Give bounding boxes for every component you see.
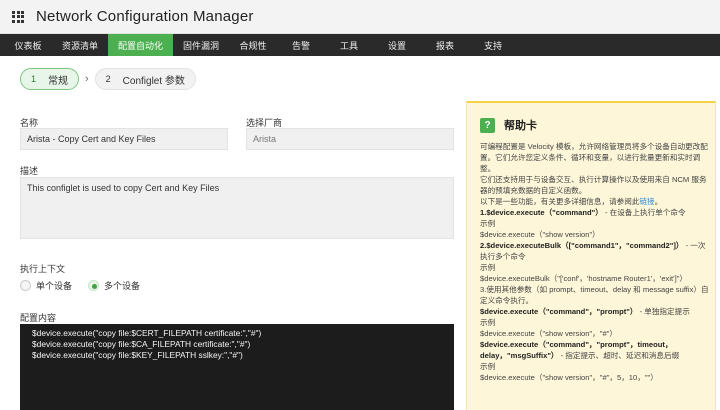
help-text: 以下是一些功能，有关更多详细信息，请参阅此	[480, 197, 640, 206]
function-example: $device.executeBulk（"['conf'，'hostname R…	[480, 274, 687, 283]
function-signature: 1.$device.execute（"command"）	[480, 208, 603, 217]
help-card-title: 帮助卡	[504, 120, 537, 132]
description-textarea[interactable]: This configlet is used to copy Cert and …	[20, 177, 454, 239]
help-function-3a: $device.execute（"command"，"prompt"） - 单独…	[480, 306, 712, 317]
step-label: Configlet 参数	[122, 75, 185, 87]
function-example: $device.execute（"show version"，"#"，5，10，…	[480, 373, 658, 382]
config-content-label: 配置内容	[20, 313, 57, 323]
example-label: 示例	[480, 318, 496, 327]
vendor-select[interactable]: Arista	[246, 128, 454, 150]
code-line: $device.execute("copy file:$CERT_FILEPAT…	[32, 328, 262, 338]
code-line: $device.execute("copy file:$KEY_FILEPATH…	[32, 350, 243, 360]
nav-settings[interactable]: 设置	[373, 34, 421, 56]
nav-inventory[interactable]: 资源清单	[52, 34, 108, 56]
name-input[interactable]: Arista - Copy Cert and Key Files	[20, 128, 228, 150]
wizard-step-general[interactable]: 1 常规	[20, 68, 79, 90]
help-function-3: 3.使用其他参数（如 prompt、timeout、delay 和 messag…	[480, 285, 709, 305]
nav-compliance[interactable]: 合规性	[229, 34, 277, 56]
function-description: - 单独指定提示	[639, 307, 690, 316]
code-line: $device.execute("copy file:$CA_FILEPATH …	[32, 339, 251, 349]
help-card-body: 可编程配置是 Velocity 模板，允许网络管理员将多个设备自动更改配置。它们…	[480, 141, 712, 383]
step-label: 常规	[48, 75, 68, 87]
app-grid-icon[interactable]	[12, 10, 24, 23]
main-nav: 仪表板 资源清单 配置自动化 固件漏洞 合规性 告警 工具 设置 报表 支持	[0, 34, 720, 56]
step-number: 2	[105, 74, 111, 84]
nav-config-automation[interactable]: 配置自动化	[108, 34, 174, 56]
example-label: 示例	[480, 362, 496, 371]
description-label: 描述	[20, 166, 39, 176]
nav-reports[interactable]: 报表	[421, 34, 469, 56]
help-function-1: 1.$device.execute（"command"） - 在设备上执行单个命…	[480, 207, 712, 218]
help-paragraph: 它们还支持用于与设备交互、执行计算操作以及使用来自 NCM 服务器的预填充数据的…	[480, 175, 707, 195]
config-content-editor[interactable]: $device.execute("copy file:$CERT_FILEPAT…	[20, 324, 454, 410]
help-function-3b: $device.execute（"command"，"prompt"，timeo…	[480, 339, 712, 361]
function-signature: $device.execute（"command"，"prompt"）	[480, 307, 638, 316]
function-description: - 指定提示、超时、延迟和消息后缀	[560, 351, 680, 360]
radio-single-device-label: 单个设备	[36, 281, 73, 291]
function-example: $device.execute（"show version"）	[480, 230, 600, 239]
help-paragraph: 可编程配置是 Velocity 模板，允许网络管理员将多个设备自动更改配置。它们…	[480, 142, 708, 173]
help-card: ? 帮助卡 可编程配置是 Velocity 模板，允许网络管理员将多个设备自动更…	[466, 101, 716, 410]
execution-context-radio-group: 单个设备 多个设备	[20, 279, 156, 292]
radio-multiple-devices-label: 多个设备	[104, 281, 141, 291]
help-paragraph: 以下是一些功能，有关更多详细信息，请参阅此链接。	[480, 196, 712, 207]
app-title: Network Configuration Manager	[36, 8, 254, 25]
help-text: 。	[654, 197, 663, 206]
nav-support[interactable]: 支持	[469, 34, 517, 56]
chevron-right-icon: ›	[85, 73, 89, 85]
nav-firmware-vulnerabilities[interactable]: 固件漏洞	[173, 34, 229, 56]
example-label: 示例	[480, 219, 496, 228]
nav-alarms[interactable]: 告警	[277, 34, 325, 56]
function-example: $device.execute（"show version"，"#"）	[480, 329, 617, 338]
function-description: - 在设备上执行单个命令	[604, 208, 686, 217]
title-bar: Network Configuration Manager	[0, 0, 720, 34]
question-icon: ?	[480, 117, 495, 133]
radio-single-device[interactable]	[20, 280, 31, 291]
wizard-steps: 1 常规 › 2 Configlet 参数	[20, 68, 196, 90]
help-link[interactable]: 链接	[639, 197, 654, 206]
execution-context-label: 执行上下文	[20, 264, 66, 274]
function-signature: 2.$device.executeBulk（["command1"，"comma…	[480, 241, 684, 250]
step-number: 1	[30, 74, 36, 84]
help-card-header: ? 帮助卡	[480, 117, 715, 133]
radio-multiple-devices[interactable]	[88, 280, 100, 291]
example-label: 示例	[480, 263, 496, 272]
nav-tools[interactable]: 工具	[325, 34, 373, 56]
wizard-step-configlet-params[interactable]: 2 Configlet 参数	[94, 68, 196, 90]
nav-dashboard[interactable]: 仪表板	[4, 34, 52, 56]
help-function-2: 2.$device.executeBulk（["command1"，"comma…	[480, 240, 712, 262]
